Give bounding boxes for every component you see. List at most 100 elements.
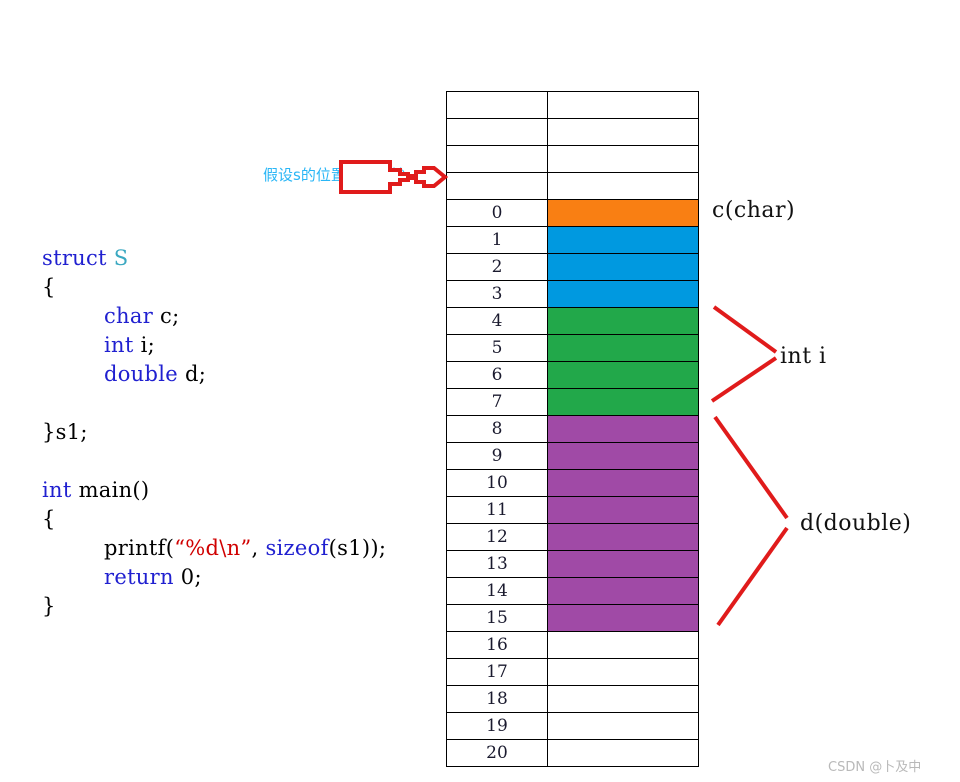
table-row <box>446 118 699 146</box>
table-row: 4 <box>446 307 699 335</box>
byte-offset-cell: 10 <box>446 469 548 497</box>
memory-byte-cell <box>547 415 699 443</box>
byte-offset-cell: 3 <box>446 280 548 308</box>
code-token: sizeof <box>265 536 329 560</box>
code-token: int <box>104 333 141 357</box>
memory-byte-cell <box>547 226 699 254</box>
memory-byte-cell <box>547 307 699 335</box>
memory-byte-cell <box>547 334 699 362</box>
memory-byte-cell <box>547 631 699 659</box>
table-row: 19 <box>446 712 699 740</box>
memory-layout-table: 0 1 2 3 4 5 6 7 8 9 10 11 12 13 14 15 16 17 18 19 20 <box>446 91 699 767</box>
memory-byte-cell <box>547 442 699 470</box>
memory-byte-cell <box>547 550 699 578</box>
code-token: double <box>104 362 185 386</box>
code-token: S <box>113 246 129 270</box>
table-row: 1 <box>446 226 699 254</box>
table-row: 20 <box>446 739 699 767</box>
table-row: 6 <box>446 361 699 389</box>
byte-offset-cell: 19 <box>446 712 548 740</box>
start-position-note: 假设s的位置从此开始 <box>263 166 406 184</box>
code-token: (s1)); <box>328 536 387 560</box>
byte-offset-cell: 5 <box>446 334 548 362</box>
table-row: 11 <box>446 496 699 524</box>
memory-byte-cell <box>547 253 699 281</box>
leader-double-top <box>713 415 789 520</box>
byte-offset-cell: 20 <box>446 739 548 767</box>
memory-byte-cell <box>547 685 699 713</box>
code-line: int i; <box>42 331 386 360</box>
table-row: 15 <box>446 604 699 632</box>
memory-byte-cell <box>547 469 699 497</box>
code-token: , <box>251 536 266 560</box>
code-line: int main() <box>42 476 386 505</box>
memory-byte-cell <box>547 388 699 416</box>
code-line: }s1; <box>42 418 386 447</box>
table-row: 14 <box>446 577 699 605</box>
memory-byte-cell <box>547 361 699 389</box>
label-int: int i <box>780 344 827 369</box>
code-token: i; <box>140 333 155 357</box>
table-row <box>446 91 699 119</box>
memory-byte-cell <box>547 604 699 632</box>
table-row: 5 <box>446 334 699 362</box>
watermark: CSDN @卜及中 <box>828 760 922 775</box>
byte-offset-cell: 0 <box>446 199 548 227</box>
memory-byte-cell <box>547 199 699 227</box>
memory-byte-cell <box>547 172 699 200</box>
table-row <box>446 145 699 173</box>
table-row: 2 <box>446 253 699 281</box>
byte-offset-cell <box>446 172 548 200</box>
byte-offset-cell: 6 <box>446 361 548 389</box>
code-line: char c; <box>42 302 386 331</box>
byte-offset-cell: 12 <box>446 523 548 551</box>
code-token: return <box>104 565 181 589</box>
byte-offset-cell <box>446 145 548 173</box>
table-row: 3 <box>446 280 699 308</box>
code-token: printf( <box>104 536 175 560</box>
memory-byte-cell <box>547 523 699 551</box>
table-row: 8 <box>446 415 699 443</box>
byte-offset-cell: 17 <box>446 658 548 686</box>
memory-byte-cell <box>547 712 699 740</box>
code-token: d; <box>184 362 207 386</box>
table-row: 0 <box>446 199 699 227</box>
code-token: { <box>42 275 56 299</box>
byte-offset-cell: 14 <box>446 577 548 605</box>
byte-offset-cell: 18 <box>446 685 548 713</box>
byte-offset-cell: 13 <box>446 550 548 578</box>
table-row: 13 <box>446 550 699 578</box>
code-line: struct S <box>42 244 386 273</box>
label-double: d(double) <box>800 511 912 536</box>
byte-offset-cell <box>446 91 548 119</box>
code-line: } <box>42 592 386 621</box>
code-token: struct <box>42 246 114 270</box>
memory-byte-cell <box>547 577 699 605</box>
byte-offset-cell: 16 <box>446 631 548 659</box>
memory-byte-cell <box>547 658 699 686</box>
code-line: return 0; <box>42 563 386 592</box>
byte-offset-cell: 11 <box>446 496 548 524</box>
table-row: 18 <box>446 685 699 713</box>
code-token: “%d\n” <box>174 536 252 560</box>
code-line: { <box>42 273 386 302</box>
byte-offset-cell: 2 <box>446 253 548 281</box>
code-token: } <box>42 594 56 618</box>
code-token: char <box>104 304 161 328</box>
byte-offset-cell: 9 <box>446 442 548 470</box>
code-token: }s1; <box>42 420 88 444</box>
memory-byte-cell <box>547 91 699 119</box>
code-line: { <box>42 505 386 534</box>
memory-byte-cell <box>547 145 699 173</box>
code-token: c; <box>160 304 180 328</box>
code-token: { <box>42 507 56 531</box>
table-row: 10 <box>446 469 699 497</box>
memory-byte-cell <box>547 280 699 308</box>
byte-offset-cell: 15 <box>446 604 548 632</box>
code-token: int <box>42 478 79 502</box>
byte-offset-cell <box>446 118 548 146</box>
